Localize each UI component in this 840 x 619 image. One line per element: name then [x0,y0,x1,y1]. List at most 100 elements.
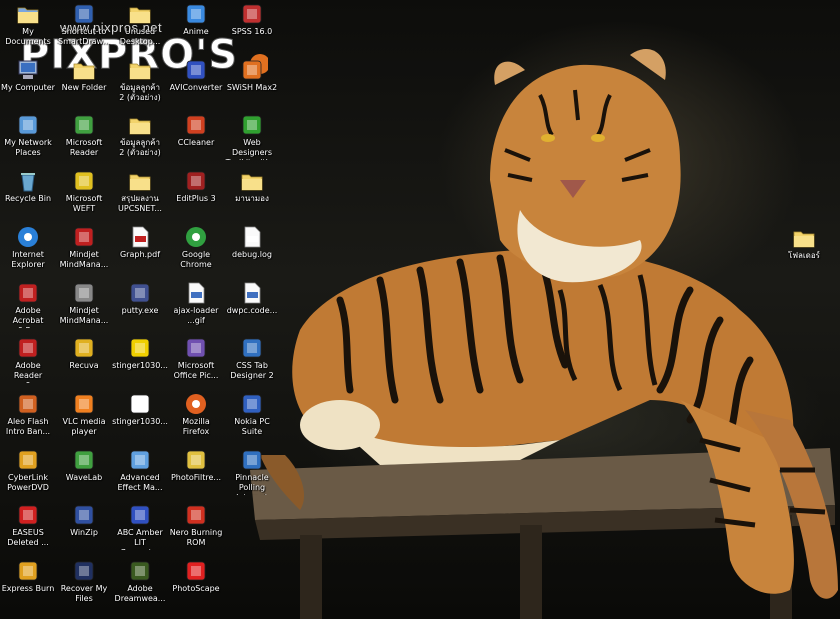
office-picture-icon [184,336,208,360]
desktop-icon[interactable]: New Folder [56,58,112,114]
desktop-icon[interactable]: WinZip [56,503,112,559]
desktop-icon-label: ข้อมูลลูกค้า 2 (ตัวอย่าง) [119,138,161,158]
desktop-icon[interactable]: Adobe Reader 9 [0,336,56,392]
desktop-icon[interactable]: PhotoScape [168,559,224,615]
desktop-icon[interactable]: stinger1030... [112,392,168,448]
desktop-icon-label: EditPlus 3 [176,194,216,204]
desktop-icon-label: Google Chrome [180,249,212,269]
ccleaner-icon [184,113,208,137]
desktop-icon[interactable]: putty.exe [112,281,168,337]
desktop-icon[interactable]: PhotoFiltre... [168,448,224,504]
desktop-icon-label: Recycle Bin [4,194,52,204]
desktop-icon[interactable]: Pinnacle Polling Internet [224,448,280,504]
desktop-icon[interactable]: Mozilla Firefox [168,392,224,448]
photoscape-icon [184,559,208,583]
desktop-icon-label: ajax-loader ...gif [173,305,219,325]
desktop-icon-label: Microsoft Reader [65,138,103,158]
acrobat-icon [16,281,40,305]
desktop-icon[interactable]: Microsoft Reader [56,113,112,169]
easeus-icon [16,503,40,527]
desktop-icon-label: debug.log [232,249,272,259]
abc-amber-icon [128,503,152,527]
nokia-icon [240,392,264,416]
desktop-icon[interactable]: Microsoft Office Pic... [168,336,224,392]
desktop-icon[interactable]: Recycle Bin [0,169,56,225]
desktop-icon[interactable]: Mindjet MindMana... [56,281,112,337]
toolkit-icon [240,113,264,137]
desktop-icon[interactable]: Nokia PC Suite [224,392,280,448]
desktop-icon[interactable]: Graph.pdf [112,225,168,281]
desktop-icon[interactable]: debug.log [224,225,280,281]
desktop-icon[interactable]: Shortcut to SmartDraw... [56,2,112,58]
desktop-icon[interactable]: Mindjet MindMana... [56,225,112,281]
desktop-icon[interactable]: ajax-loader ...gif [168,281,224,337]
desktop-icon[interactable]: SWiSH Max2 [224,58,280,114]
adobe-reader-icon [16,336,40,360]
recuva-icon [72,336,96,360]
desktop-icon[interactable]: Adobe Dreamwea... [112,559,168,615]
desktop-icon[interactable]: ข้อมูลลูกค้า 2 (ตัวอย่าง) [112,113,168,169]
video-icon [184,58,208,82]
flash-icon [16,392,40,416]
desktop-icon[interactable]: WaveLab [56,448,112,504]
desktop-icon[interactable]: SPSS 16.0 [224,2,280,58]
desktop-icon-label: CCleaner [177,138,215,148]
pinnacle-icon [240,448,264,472]
desktop-icon[interactable]: Advanced Effect Ma... [112,448,168,504]
desktop-icon-label: Adobe Acrobat 9 Pro [12,305,44,328]
folder-icon [128,169,152,193]
desktop-icon-label: โฟลเดอร์ [788,251,820,260]
desktop-icon[interactable]: VLC media player [56,392,112,448]
desktop-icon-label: Web Designers Toolkit with... [226,138,279,160]
desktop-icon[interactable]: AVIConverter [168,58,224,114]
desktop-icon[interactable]: EASEUS Deleted ... [0,503,56,559]
desktop-icon[interactable]: Express Burn [0,559,56,615]
desktop-icon[interactable]: My Network Places [0,113,56,169]
desktop-icon[interactable]: CyberLink PowerDVD [0,448,56,504]
desktop-icon-label: Anime [183,27,209,36]
desktop-icon[interactable]: My Documents [0,2,56,58]
desktop-icon[interactable]: ข้อมูลลูกค้า 2 (ตัวอย่าง) [112,58,168,114]
desktop-icon-label: Express Burn [1,584,55,593]
desktop-icon[interactable]: CCleaner [168,113,224,169]
desktop-icon[interactable]: Web Designers Toolkit with... [224,113,280,169]
desktop-icon[interactable]: Internet Explorer [0,225,56,281]
desktop-icon-label: Microsoft Office Pic... [173,361,219,381]
desktop-icon[interactable]: My Computer [0,58,56,114]
desktop-icon-label: Recuva [69,361,99,371]
desktop-icon[interactable]: Nero Burning ROM [168,503,224,559]
desktop-icon[interactable]: โฟลเดอร์ [776,226,832,282]
desktop-icon[interactable]: Anime [168,2,224,58]
firefox-icon [184,392,208,416]
desktop-icon-label: Internet Explorer [11,249,45,269]
wavelab-icon [72,448,96,472]
desktop-icon[interactable]: CSS Tab Designer 2 [224,336,280,392]
editplus-icon [184,169,208,193]
desktop-icon[interactable]: สรุปผลงาน UPCSNET... [112,169,168,225]
desktop-icon-label: EASEUS Deleted ... [7,528,49,548]
css-icon [240,336,264,360]
desktop-icon[interactable]: มานามอง [224,169,280,225]
desktop-icon[interactable]: Google Chrome [168,225,224,281]
desktop-icon[interactable]: Recover My Files [56,559,112,615]
putty-icon [128,281,152,305]
desktop-icon[interactable]: dwpc.code... [224,281,280,337]
desktop-icon[interactable]: Unused Desktop... [112,2,168,58]
folder-icon [128,58,152,82]
desktop-icon[interactable]: Recuva [56,336,112,392]
desktop-icon-label: stinger1030... [112,361,168,371]
mindjet-map-icon [72,281,96,305]
desktop-icon-label: VLC media player [62,416,106,436]
desktop-icon-label: dwpc.code... [226,305,278,315]
desktop-icon[interactable]: Adobe Acrobat 9 Pro [0,281,56,337]
desktop[interactable]: www.pixpros.net PIXPRO'S My Documents Sho… [0,0,840,619]
desktop-icon[interactable]: ABC Amber LIT Converter [112,503,168,559]
desktop-icon-label: Microsoft WEFT [65,194,103,214]
desktop-icon[interactable]: Aleo Flash Intro Ban... [0,392,56,448]
desktop-icon[interactable]: Microsoft WEFT [56,169,112,225]
code-file-icon [240,281,264,305]
effect-icon [128,448,152,472]
desktop-icon[interactable]: stinger1030... [112,336,168,392]
nero-icon [184,503,208,527]
desktop-icon[interactable]: EditPlus 3 [168,169,224,225]
